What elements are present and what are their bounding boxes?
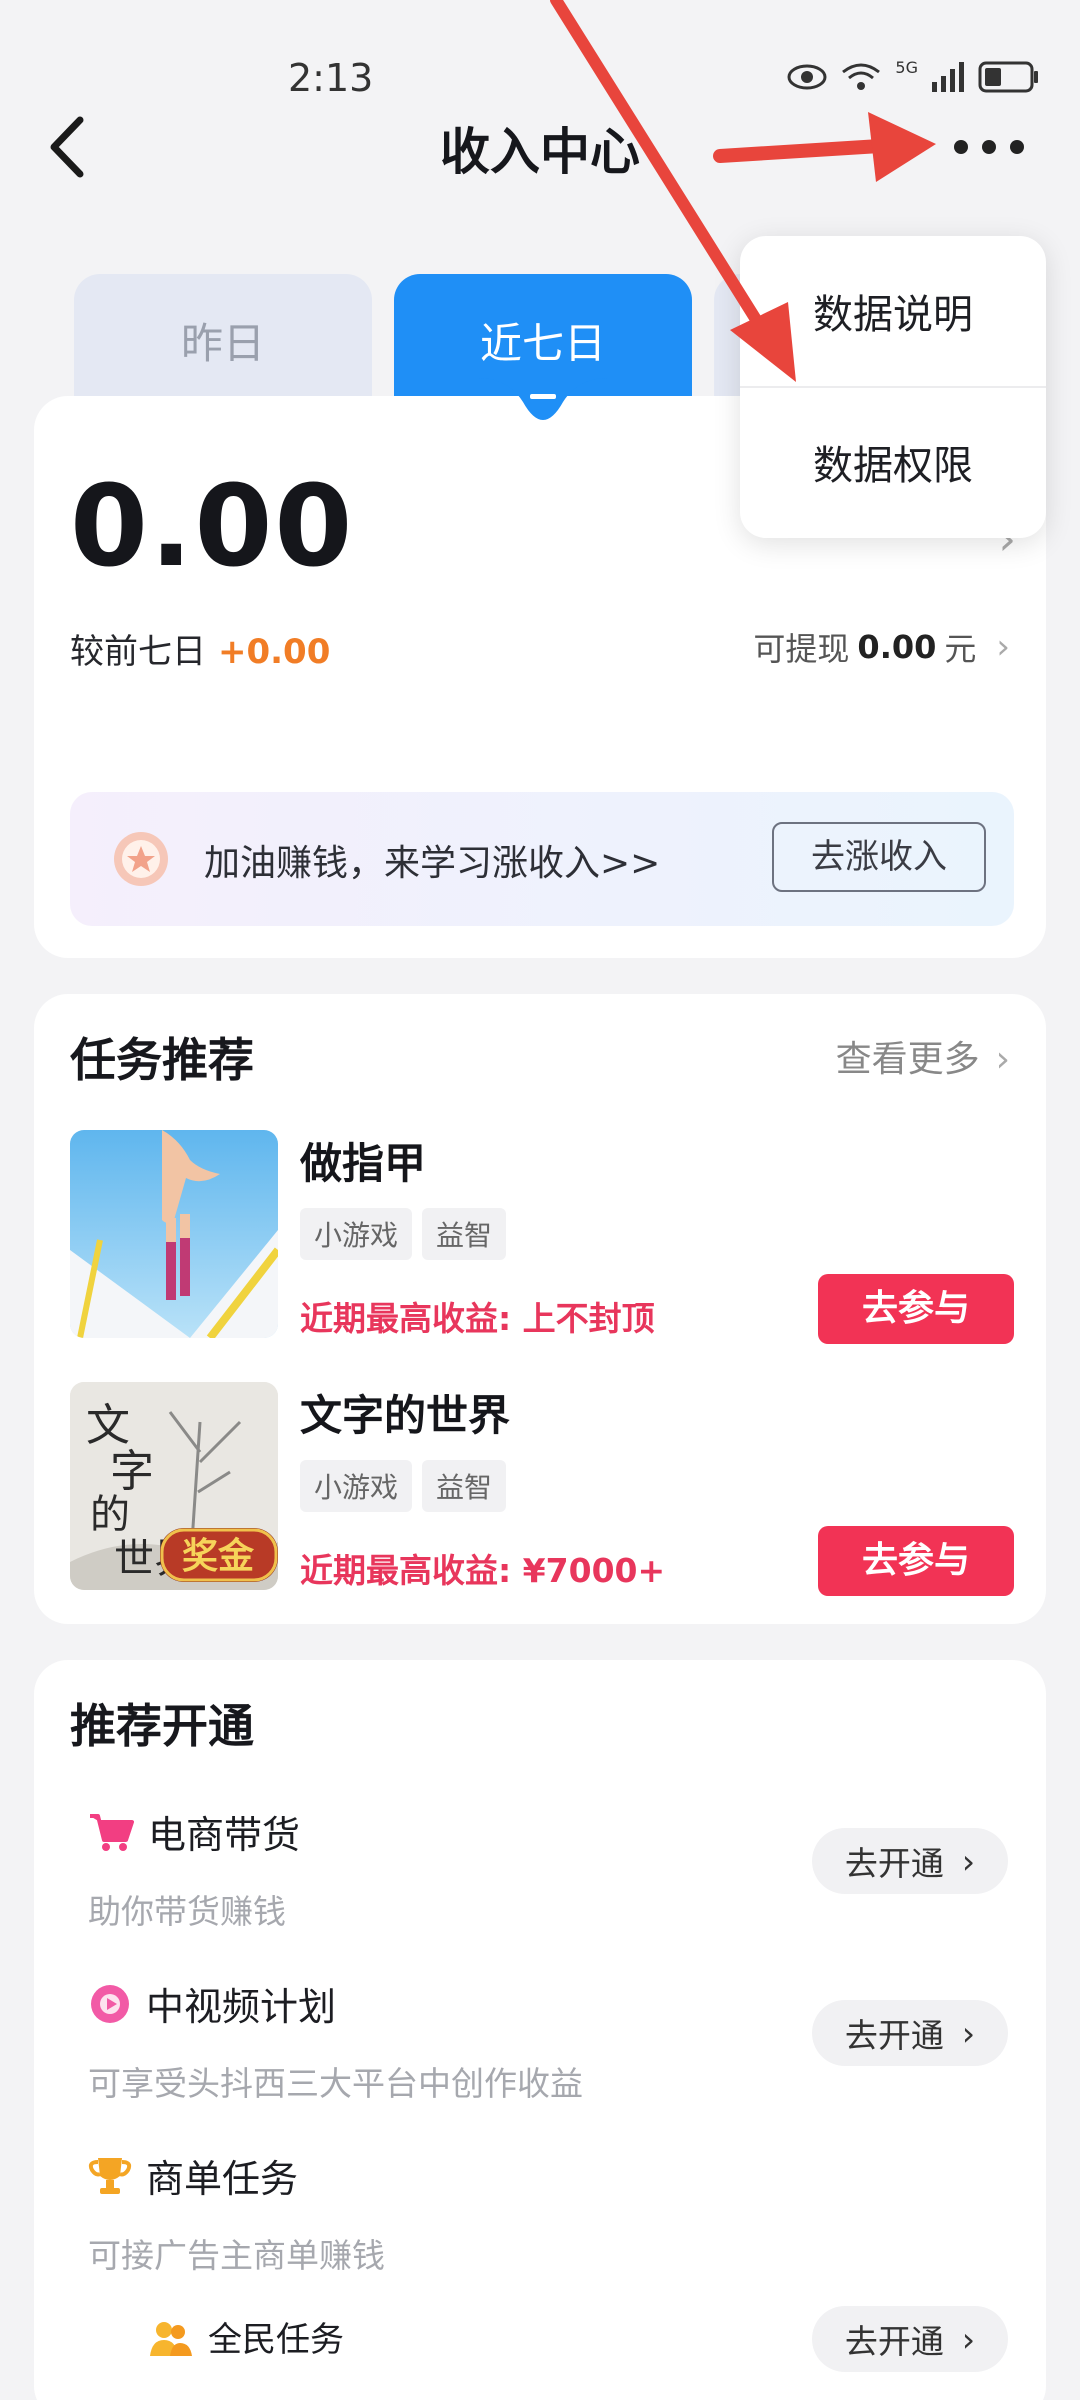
coin-icon	[114, 832, 168, 886]
video-plan-icon	[91, 1984, 129, 2023]
recommend-item-title-row: 商单任务	[88, 2148, 1008, 2203]
word-world-game-image: 文 字 的 世界 奖金	[70, 1382, 278, 1590]
shopping-cart-icon	[90, 1813, 134, 1851]
task-earning-note: 近期最高收益: 上不封顶	[300, 1299, 655, 1338]
chevron-right-icon: ›	[996, 627, 1010, 667]
bonus-badge-text: 奖金	[182, 1535, 255, 1577]
chevron-right-icon: ›	[961, 1841, 976, 1881]
battery-icon	[978, 61, 1038, 92]
chevron-right-icon: ›	[995, 1039, 1010, 1080]
more-dot-icon	[954, 140, 968, 154]
task-tag: 小游戏	[300, 1208, 413, 1260]
more-dot-icon	[1010, 140, 1024, 154]
network-type: 5G	[895, 58, 918, 77]
task-thumbnail: 文 字 的 世界 奖金	[70, 1382, 278, 1590]
boost-income-button[interactable]: 去涨收入	[772, 822, 986, 892]
recommend-card: 推荐开通 电商带货 助你带货赚钱 去开通 › 中视频计划 可享受头抖西三大平台中创…	[34, 1660, 1046, 2400]
thumb-char: 文	[86, 1400, 130, 1451]
task-name: 做指甲	[300, 1139, 427, 1188]
more-options-menu: 数据说明 数据权限	[740, 236, 1046, 538]
tab-yesterday[interactable]: 昨日	[74, 274, 372, 404]
compare-value: +0.00	[218, 632, 331, 672]
menu-item-data-description[interactable]: 数据说明	[740, 236, 1046, 386]
eye-icon	[787, 64, 827, 89]
more-dot-icon	[982, 140, 996, 154]
recommend-item-title: 全民任务	[208, 2320, 344, 2360]
task-earning-note: 近期最高收益: ¥7000+	[300, 1551, 666, 1590]
chevron-right-icon: ›	[961, 2013, 976, 2053]
task-thumbnail	[70, 1130, 278, 1338]
join-task-button[interactable]: 去参与	[818, 1274, 1014, 1344]
withdraw-unit: 元	[944, 630, 977, 668]
status-icons: 5G	[787, 58, 1040, 95]
task-section-title: 任务推荐	[70, 1033, 254, 1087]
task-tag: 小游戏	[300, 1460, 413, 1512]
join-task-button[interactable]: 去参与	[818, 1526, 1014, 1596]
recommend-item-title: 商单任务	[146, 2157, 299, 2201]
task-item[interactable]: 做指甲 小游戏 益智 近期最高收益: 上不封顶 去参与	[70, 1130, 1014, 1344]
enable-button-label: 去开通	[844, 1844, 944, 1883]
enable-button-label: 去开通	[844, 2016, 944, 2055]
withdraw-label: 可提现	[753, 630, 850, 668]
compare-label: 较前七日	[70, 632, 206, 672]
page-title: 收入中心	[440, 123, 640, 181]
withdrawable-row[interactable]: 可提现 0.00 元 ›	[753, 624, 1010, 670]
status-time: 2:13	[288, 56, 374, 100]
task-recommend-card: 任务推荐 查看更多 › 做指甲 小游戏 益智 近期最高收益: 上不封顶 去参与 …	[34, 994, 1046, 1624]
see-more-link[interactable]: 查看更多 ›	[836, 1030, 1010, 1082]
thumb-char: 的	[90, 1492, 130, 1538]
recommend-item-people-task[interactable]: 全民任务 去开通 ›	[88, 2306, 1008, 2372]
active-tab-notch	[478, 378, 608, 420]
promo-banner: 加油赚钱，来学习涨收入>> 去涨收入	[70, 792, 1014, 926]
recommend-item-video-plan[interactable]: 中视频计划 可享受头抖西三大平台中创作收益 去开通 ›	[88, 1976, 1008, 2105]
earnings-amount: 0.00	[70, 462, 355, 592]
withdraw-amount: 0.00	[857, 628, 937, 666]
enable-button[interactable]: 去开通 ›	[812, 2306, 1008, 2372]
task-item[interactable]: 文 字 的 世界 奖金 文字的世界 小游戏 益智 近期最高收益: ¥7000+ …	[70, 1382, 1014, 1596]
people-task-icon	[150, 2321, 192, 2356]
thumb-char: 字	[110, 1446, 154, 1497]
task-tag: 益智	[422, 1460, 507, 1512]
recommend-item-ecommerce[interactable]: 电商带货 助你带货赚钱 去开通 ›	[88, 1804, 1008, 1933]
recommend-item-subtitle: 可接广告主商单赚钱	[88, 2236, 385, 2275]
trophy-icon	[88, 2157, 132, 2194]
recommend-section-title: 推荐开通	[70, 1699, 254, 1753]
task-tags: 小游戏 益智	[300, 1460, 507, 1512]
chevron-right-icon: ›	[961, 2319, 976, 2359]
compare-row: 较前七日 +0.00	[70, 624, 330, 673]
recommend-item-commercial-orders[interactable]: 商单任务 可接广告主商单赚钱	[88, 2148, 1008, 2277]
more-options-button[interactable]	[954, 140, 1024, 154]
nail-game-image	[70, 1130, 278, 1338]
see-more-label: 查看更多	[835, 1039, 980, 1080]
task-tag: 益智	[422, 1208, 507, 1260]
signal-icon	[932, 61, 964, 92]
recommend-item-title: 中视频计划	[146, 1985, 337, 2029]
task-name: 文字的世界	[300, 1391, 511, 1440]
enable-button[interactable]: 去开通 ›	[812, 2000, 1008, 2066]
recommend-item-title: 电商带货	[148, 1813, 301, 1857]
menu-item-data-permissions[interactable]: 数据权限	[740, 386, 1046, 536]
promo-text: 加油赚钱，来学习涨收入>>	[204, 843, 661, 884]
enable-button[interactable]: 去开通 ›	[812, 1828, 1008, 1894]
enable-button-label: 去开通	[844, 2322, 944, 2361]
wifi-icon	[842, 63, 881, 90]
task-tags: 小游戏 益智	[300, 1208, 507, 1260]
